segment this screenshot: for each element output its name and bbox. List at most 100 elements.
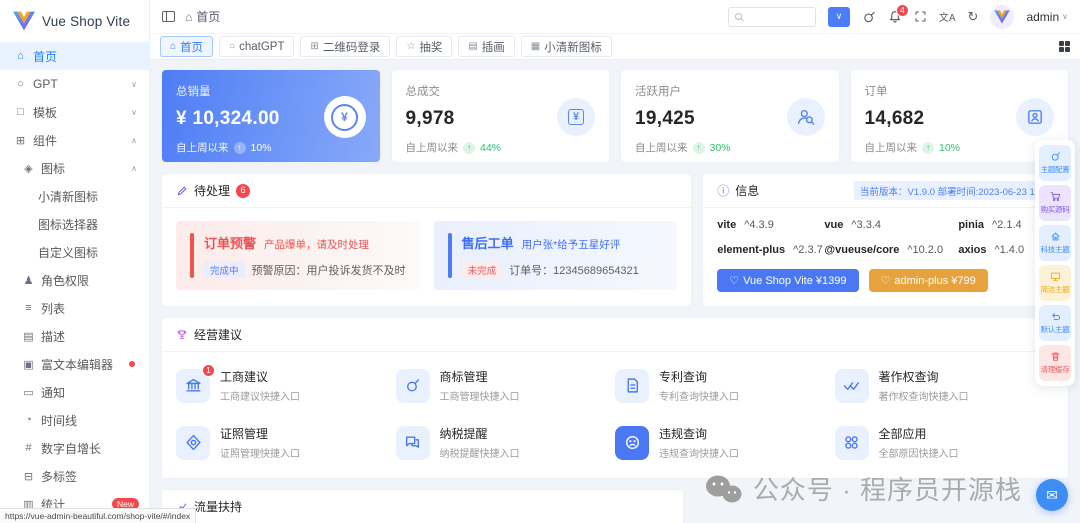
search-dropdown-button[interactable]: ∨ (827, 6, 850, 27)
heart-icon: ♡ (729, 275, 740, 287)
collapse-sidebar-icon[interactable] (162, 11, 175, 22)
tab-lottery[interactable]: ☆ 抽奖 (396, 36, 453, 57)
simple-theme-button[interactable]: 简洁主题 (1039, 265, 1071, 301)
theme-config-button[interactable]: 主题配置 (1039, 145, 1071, 181)
mail-fab-button[interactable]: ✉ (1036, 479, 1068, 511)
dependency: vite ^4.3.9 (717, 219, 774, 231)
notice-icon: ▭ (23, 386, 34, 399)
stats-row: 总销量 ¥ 10,324.00 自上周以来 ↑ 10% ¥ 总成交 9,978 … (162, 70, 1068, 162)
page-content: 总销量 ¥ 10,324.00 自上周以来 ↑ 10% ¥ 总成交 9,978 … (150, 60, 1080, 523)
user-search-icon (786, 98, 825, 136)
tab-chatgpt[interactable]: ○ chatGPT (219, 36, 295, 57)
dependency-list: vite ^4.3.9 vue ^3.3.4 pinia ^2.1.4 element… (717, 219, 1054, 256)
chat-bubbles-icon (395, 425, 430, 460)
home-theme-icon (1051, 232, 1059, 241)
app-all-apps[interactable]: 全部应用 全部原因快捷入口 (834, 425, 1055, 460)
count-badge: 1 (202, 363, 215, 377)
info-panel: ⓘ 信息 当前版本：V1.9.0 部署时间:2023-06-23 15:2 vi… (703, 174, 1068, 306)
bell-icon[interactable]: 4 (888, 3, 909, 24)
vue-logo-icon (994, 9, 1011, 24)
info-title: 信息 (735, 184, 760, 198)
grid-icon: ▦ (530, 41, 541, 52)
buy-source-button[interactable]: 购买源码 (1039, 185, 1071, 221)
tech-theme-button[interactable]: 科技主题 (1039, 225, 1071, 261)
avatar[interactable] (990, 4, 1015, 29)
app-title: Vue Shop Vite (42, 13, 131, 29)
qrcode-icon: ⊞ (310, 41, 319, 52)
app-business-advice[interactable]: 1 工商建议 工商建议快捷入口 (176, 363, 396, 403)
sidebar-item-notice[interactable]: ▭ 通知 (0, 378, 149, 406)
app-tax-reminder[interactable]: 纳税提醒 纳税提醒快捷入口 (395, 425, 616, 460)
sidebar-item-roles[interactable]: ♟ 角色权限 (0, 266, 149, 294)
template-icon: □ (17, 106, 24, 118)
todo-title: 待处理 (194, 184, 231, 198)
arrow-up-icon: ↑ (463, 141, 475, 154)
stat-card-active-users: 活跃用户 19,425 自上周以来 ↑ 30% (621, 70, 839, 162)
app-trademark-manage[interactable]: 商标管理 工商管理快捷入口 (395, 368, 616, 403)
sad-face-icon (615, 425, 649, 460)
app-patent-search[interactable]: 专利查询 专利查询快捷入口 (615, 368, 835, 403)
stat-card-total-sales: 总销量 ¥ 10,324.00 自上周以来 ↑ 10% ¥ (162, 70, 380, 162)
app-copyright-search[interactable]: 著作权查询 著作权查询快捷入口 (834, 368, 1055, 403)
user-menu[interactable]: admin ∨ (1026, 10, 1068, 24)
sidebar-item-timeline[interactable]: ◔ 时间线 (0, 406, 149, 434)
tab-qrcode-login[interactable]: ⊞ 二维码登录 (300, 36, 391, 57)
sidebar-item-components[interactable]: ⊞ 组件 ∧ (0, 126, 149, 154)
tab-illustration[interactable]: ▤ 插画 (458, 36, 515, 57)
user-icon: ♟ (23, 274, 34, 287)
app-violation-search[interactable]: 违规查询 违规查询快捷入口 (615, 425, 835, 460)
chevron-down-icon: ∨ (131, 79, 137, 89)
tab-home[interactable]: ⌂ 首页 (160, 36, 214, 57)
breadcrumb: ⌂ 首页 (185, 9, 221, 25)
sidebar-item-multi-tabs[interactable]: ⊟ 多标签 (0, 462, 149, 490)
todo-item-order-warning[interactable]: 订单预警 产品爆单，请及时处理 完成中 预警原因：用户投诉发货不及时 (176, 221, 420, 290)
todo-item-aftersale-ticket[interactable]: 售后工单 用户张*给予五星好评 未完成 订单号：12345689654321 (433, 221, 678, 290)
theme-icon (1051, 152, 1060, 161)
watermark: 公众号 · 程序员开源栈 (703, 470, 1022, 507)
bank-icon: 1 (176, 363, 215, 403)
tab-fresh-icons[interactable]: ▦ 小清新图标 (520, 36, 612, 57)
default-theme-button[interactable]: 默认主题 (1039, 305, 1071, 341)
chevron-down-icon: ∨ (131, 107, 137, 117)
clear-cache-button[interactable]: 清理缓存 (1039, 345, 1071, 381)
tab-actions-grid-icon[interactable] (1059, 41, 1070, 52)
double-check-icon (834, 368, 869, 403)
editor-icon: ▣ (23, 358, 34, 371)
sidebar-item-list[interactable]: ≡ 列表 (0, 294, 149, 322)
sidebar-item-fresh-icons[interactable]: 小清新图标 (0, 182, 149, 210)
cart-icon (1050, 192, 1060, 202)
refresh-icon[interactable]: ↻ (968, 9, 979, 25)
yen-square-icon: ¥ (557, 98, 595, 136)
theme-config-icon[interactable] (862, 10, 876, 24)
traffic-panel: 流量扶持 (162, 490, 683, 523)
notification-dot (129, 361, 135, 367)
trash-icon (1051, 352, 1059, 361)
sidebar-item-template[interactable]: □ 模板 ∨ (0, 98, 149, 126)
sidebar-item-rich-editor[interactable]: ▣ 富文本编辑器 (0, 350, 149, 378)
home-icon: ⌂ (170, 41, 177, 52)
app-logo: Vue Shop Vite (0, 0, 149, 42)
wechat-icon (705, 475, 742, 502)
sidebar-item-icons[interactable]: ◈ 图标 ∧ (0, 154, 149, 182)
dependency: @vueuse/core ^10.2.0 (824, 244, 944, 256)
document-icon (615, 368, 649, 403)
translate-icon[interactable]: 文A (939, 9, 956, 24)
buy-vue-shop-vite-button[interactable]: ♡ Vue Shop Vite ¥1399 (717, 269, 859, 292)
sidebar-item-description[interactable]: ▤ 描述 (0, 322, 149, 350)
sidebar-item-home[interactable]: ⌂ 首页 (0, 42, 149, 70)
app-license-manage[interactable]: 证照管理 证照管理快捷入口 (176, 425, 396, 460)
chevron-up-icon: ∧ (131, 163, 137, 173)
suggestions-panel: 经营建议 1 工商建议 工商建议快捷入口 商标管理 工商管理快捷入口 专利查询 … (162, 318, 1068, 478)
sidebar-item-counter[interactable]: # 数字自增长 (0, 434, 149, 462)
description-icon: ▤ (23, 330, 34, 343)
sidebar-item-custom-icons[interactable]: 自定义图标 (0, 238, 149, 266)
compass-icon (176, 425, 210, 460)
fullscreen-icon[interactable] (914, 10, 927, 23)
list-icon: ≡ (25, 302, 32, 314)
sidebar-item-gpt[interactable]: ○ GPT ∨ (0, 70, 149, 98)
search-input[interactable] (745, 10, 809, 23)
gpt-icon: ○ (17, 78, 24, 90)
sidebar-item-icon-picker[interactable]: 图标选择器 (0, 210, 149, 238)
buy-admin-plus-button[interactable]: ♡ admin-plus ¥799 (868, 269, 988, 292)
todo-count-badge: 6 (236, 183, 251, 198)
